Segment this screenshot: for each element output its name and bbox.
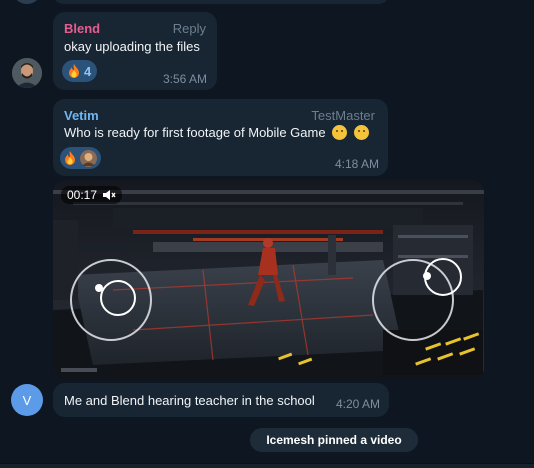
avatar-letter: V [22, 392, 32, 408]
message-time: 4:18 AM [334, 157, 379, 171]
previous-message-bubble [52, 0, 390, 4]
sender-name[interactable]: Vetim [64, 108, 99, 123]
message-bubble-v[interactable]: Me and Blend hearing teacher in the scho… [53, 383, 389, 417]
composer-edge [0, 463, 534, 468]
fire-icon [65, 151, 75, 165]
thinking-face-emoji [332, 125, 348, 140]
message-text-content: Who is ready for first footage of Mobile… [64, 125, 326, 140]
pinned-notice-text: Icemesh pinned a video [266, 433, 402, 447]
forwarded-from[interactable]: TestMaster [311, 108, 375, 123]
video-duration-badge: 00:17 [61, 186, 123, 204]
reaction-count: 4 [84, 63, 92, 79]
video-duration: 00:17 [67, 188, 98, 202]
video-message[interactable]: 00:17 [53, 180, 484, 380]
sender-name[interactable]: Blend [64, 21, 100, 36]
reaction-group[interactable] [60, 147, 101, 169]
user-avatar-blend[interactable] [12, 58, 42, 88]
message-bubble-blend[interactable]: Blend Reply okay uploading the files 4 3… [53, 12, 217, 90]
reactor-avatar [80, 149, 97, 167]
muted-speaker-icon[interactable] [102, 189, 116, 201]
message-text: Me and Blend hearing teacher in the scho… [64, 393, 315, 408]
user-avatar-v[interactable]: V [11, 384, 43, 416]
fire-icon [69, 64, 79, 78]
pinned-video-notice[interactable]: Icemesh pinned a video [250, 428, 418, 452]
message-text: okay uploading the files [64, 39, 200, 54]
message-time: 4:20 AM [335, 397, 380, 411]
thinking-face-emoji [353, 125, 369, 140]
message-bubble-vetim[interactable]: Vetim TestMaster Who is ready for first … [53, 99, 388, 176]
previous-avatar [12, 0, 42, 4]
video-frame [53, 180, 484, 380]
message-time: 3:56 AM [162, 72, 207, 86]
fire-reaction[interactable]: 4 [62, 60, 98, 82]
reply-label[interactable]: Reply [173, 21, 206, 36]
message-text: Who is ready for first footage of Mobile… [64, 125, 369, 140]
